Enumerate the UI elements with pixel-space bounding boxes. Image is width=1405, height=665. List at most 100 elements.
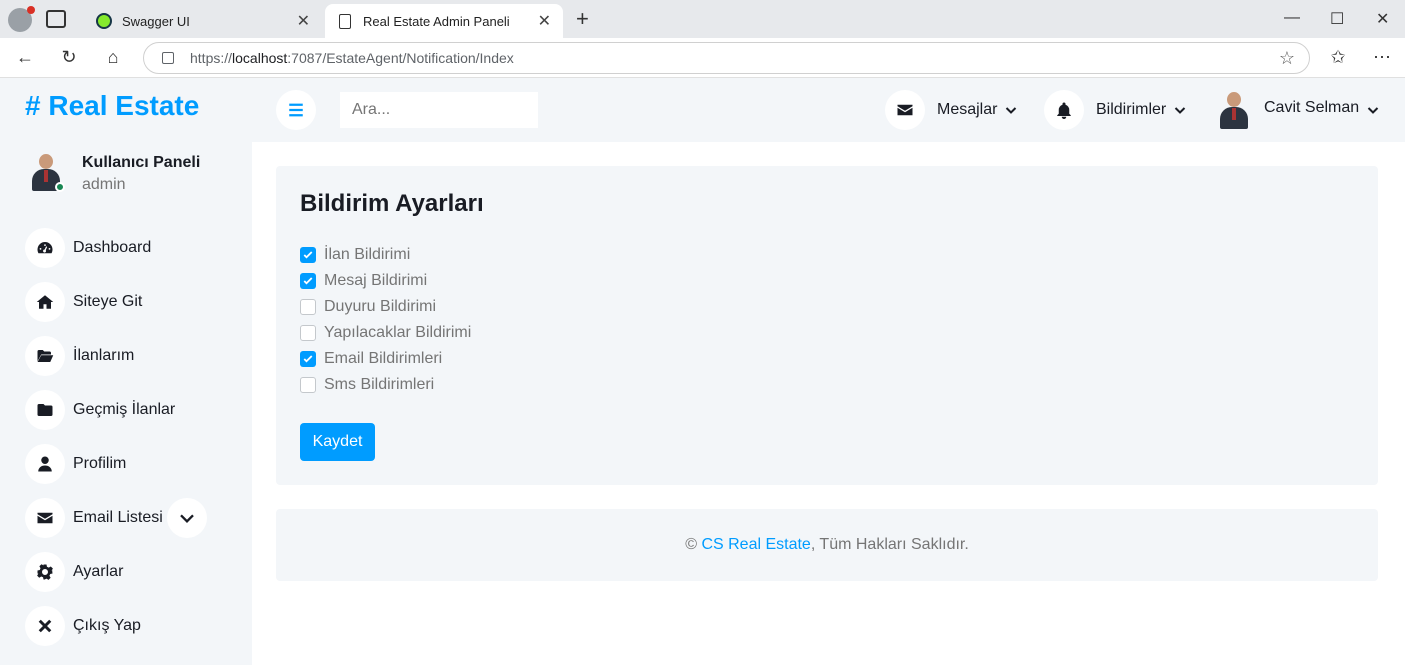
company-link[interactable]: CS Real Estate xyxy=(701,536,810,554)
url-host: localhost xyxy=(232,50,288,66)
messages-label: Mesajlar xyxy=(937,101,998,118)
favorite-star-icon[interactable]: ☆ xyxy=(1279,48,1295,69)
tab-title: Real Estate Admin Paneli xyxy=(363,13,510,29)
url-field[interactable]: https://localhost:7087/EstateAgent/Notif… xyxy=(143,42,1310,74)
checkbox-checked-icon[interactable] xyxy=(300,247,316,263)
checkbox-row-sms[interactable]: Sms Bildirimleri xyxy=(300,375,434,395)
notifications-label: Bildirimler xyxy=(1096,101,1167,118)
brand-logo[interactable]: # Real Estate xyxy=(25,90,199,122)
user-dropdown[interactable]: Cavit Selman xyxy=(1216,90,1379,130)
footer-rights: , Tüm Hakları Saklıdır. xyxy=(810,536,969,553)
checkbox-row-ilan[interactable]: İlan Bildirimi xyxy=(300,245,410,265)
browser-address-bar: ← ↻ ⌂ https://localhost:7087/EstateAgent… xyxy=(0,38,1405,78)
favorites-icon[interactable]: ✩ xyxy=(1327,47,1349,68)
back-icon[interactable]: ← xyxy=(14,47,36,68)
times-icon xyxy=(25,606,65,646)
notification-settings-card: Bildirim Ayarları İlan Bildirimi Mesaj B… xyxy=(276,166,1378,485)
sidebar-item-ilanlarim[interactable]: İlanlarım xyxy=(25,336,134,376)
chevron-down-icon xyxy=(1367,107,1379,114)
footer: © CS Real Estate, Tüm Hakları Saklıdır. xyxy=(276,509,1378,581)
page-favicon-icon xyxy=(337,13,353,29)
new-tab-icon[interactable]: + xyxy=(576,8,589,30)
chevron-down-icon xyxy=(1175,107,1186,114)
checkbox-label: Sms Bildirimleri xyxy=(324,376,435,393)
home-icon xyxy=(25,282,65,322)
chevron-down-icon xyxy=(1006,107,1017,114)
sidebar-item-siteye-git[interactable]: Siteye Git xyxy=(25,282,142,322)
checkbox-row-duyuru[interactable]: Duyuru Bildirimi xyxy=(300,297,436,317)
close-tab-icon[interactable]: ✕ xyxy=(538,11,551,31)
close-tab-icon[interactable]: ✕ xyxy=(297,11,310,31)
reload-icon[interactable]: ↻ xyxy=(58,47,80,68)
search-input[interactable] xyxy=(340,92,538,128)
sidebar: # Real Estate Kullanıcı Paneli admin Das… xyxy=(0,78,252,665)
sidebar-item-profilim[interactable]: Profilim xyxy=(25,444,126,484)
sidebar-item-email-listesi[interactable]: Email Listesi xyxy=(25,498,163,538)
app-root: # Real Estate Kullanıcı Paneli admin Das… xyxy=(0,78,1405,665)
copyright-symbol: © xyxy=(685,536,697,553)
sidebar-item-cikis-yap[interactable]: Çıkış Yap xyxy=(25,606,141,646)
sidebar-item-label: Ayarlar xyxy=(73,563,124,580)
sidebar-item-label: Siteye Git xyxy=(73,293,143,310)
save-button[interactable]: Kaydet xyxy=(300,423,375,461)
home-icon[interactable]: ⌂ xyxy=(102,47,124,68)
bell-icon xyxy=(1044,90,1084,130)
swagger-favicon-icon xyxy=(96,13,112,29)
user-role: admin xyxy=(82,176,126,193)
browser-tab-admin[interactable]: Real Estate Admin Paneli ✕ xyxy=(325,4,563,38)
more-menu-icon[interactable]: ⋯ xyxy=(1371,47,1393,68)
browser-tab-swagger[interactable]: Swagger UI ✕ xyxy=(84,4,322,38)
url-prefix: https:// xyxy=(190,50,233,66)
envelope-icon xyxy=(25,498,65,538)
tachometer-icon xyxy=(25,228,65,268)
sidebar-item-ayarlar[interactable]: Ayarlar xyxy=(25,552,123,592)
checkbox-unchecked-icon[interactable] xyxy=(300,377,316,393)
checkbox-label: Duyuru Bildirimi xyxy=(324,298,437,315)
folder-icon xyxy=(25,390,65,430)
checkbox-unchecked-icon[interactable] xyxy=(300,325,316,341)
folder-open-icon xyxy=(25,336,65,376)
sidebar-item-label: Dashboard xyxy=(73,239,152,256)
checkbox-checked-icon[interactable] xyxy=(300,351,316,367)
maximize-icon[interactable]: ☐ xyxy=(1330,9,1344,29)
sidebar-toggle-button[interactable] xyxy=(276,90,316,130)
sidebar-item-dashboard[interactable]: Dashboard xyxy=(25,228,151,268)
sidebar-item-label: Email Listesi xyxy=(73,509,163,526)
tab-actions-icon[interactable] xyxy=(46,10,66,28)
notifications-dropdown[interactable]: Bildirimler xyxy=(1044,90,1186,130)
bars-icon xyxy=(289,103,303,117)
sidebar-item-label: İlanlarım xyxy=(73,347,135,364)
cog-icon xyxy=(25,552,65,592)
avatar xyxy=(1216,90,1252,130)
tab-title: Swagger UI xyxy=(122,13,190,29)
chevron-down-icon xyxy=(180,514,194,523)
sidebar-item-label: Profilim xyxy=(73,455,127,472)
url-path: :7087/EstateAgent/Notification/Index xyxy=(287,50,514,66)
page-title: Bildirim Ayarları xyxy=(300,190,484,217)
close-window-icon[interactable]: ✕ xyxy=(1376,9,1389,29)
checkbox-row-yapilacaklar[interactable]: Yapılacaklar Bildirimi xyxy=(300,323,471,343)
checkbox-row-email[interactable]: Email Bildirimleri xyxy=(300,349,442,369)
user-icon xyxy=(25,444,65,484)
minimize-icon[interactable]: — xyxy=(1284,9,1300,27)
sidebar-item-label: Çıkış Yap xyxy=(73,617,141,634)
email-list-dropdown-toggle[interactable] xyxy=(167,498,207,538)
browser-tab-bar: Swagger UI ✕ Real Estate Admin Paneli ✕ … xyxy=(0,0,1405,38)
checkbox-row-mesaj[interactable]: Mesaj Bildirimi xyxy=(300,271,427,291)
checkbox-label: Yapılacaklar Bildirimi xyxy=(324,324,472,341)
checkbox-checked-icon[interactable] xyxy=(300,273,316,289)
checkbox-label: İlan Bildirimi xyxy=(324,246,411,263)
sidebar-item-gecmis-ilanlar[interactable]: Geçmiş İlanlar xyxy=(25,390,175,430)
sidebar-user: Kullanıcı Paneli admin xyxy=(28,152,248,200)
user-panel-title: Kullanıcı Paneli xyxy=(82,154,201,171)
online-status-icon xyxy=(55,182,65,192)
site-info-icon[interactable] xyxy=(162,52,174,64)
checkbox-unchecked-icon[interactable] xyxy=(300,299,316,315)
checkbox-label: Email Bildirimleri xyxy=(324,350,443,367)
envelope-icon xyxy=(885,90,925,130)
messages-dropdown[interactable]: Mesajlar xyxy=(885,90,1017,130)
browser-profile-icon[interactable] xyxy=(8,6,35,32)
checkbox-label: Mesaj Bildirimi xyxy=(324,272,428,289)
sidebar-item-label: Geçmiş İlanlar xyxy=(73,401,176,418)
topbar: Mesajlar Bildirimler Cavit Selman xyxy=(252,78,1405,142)
